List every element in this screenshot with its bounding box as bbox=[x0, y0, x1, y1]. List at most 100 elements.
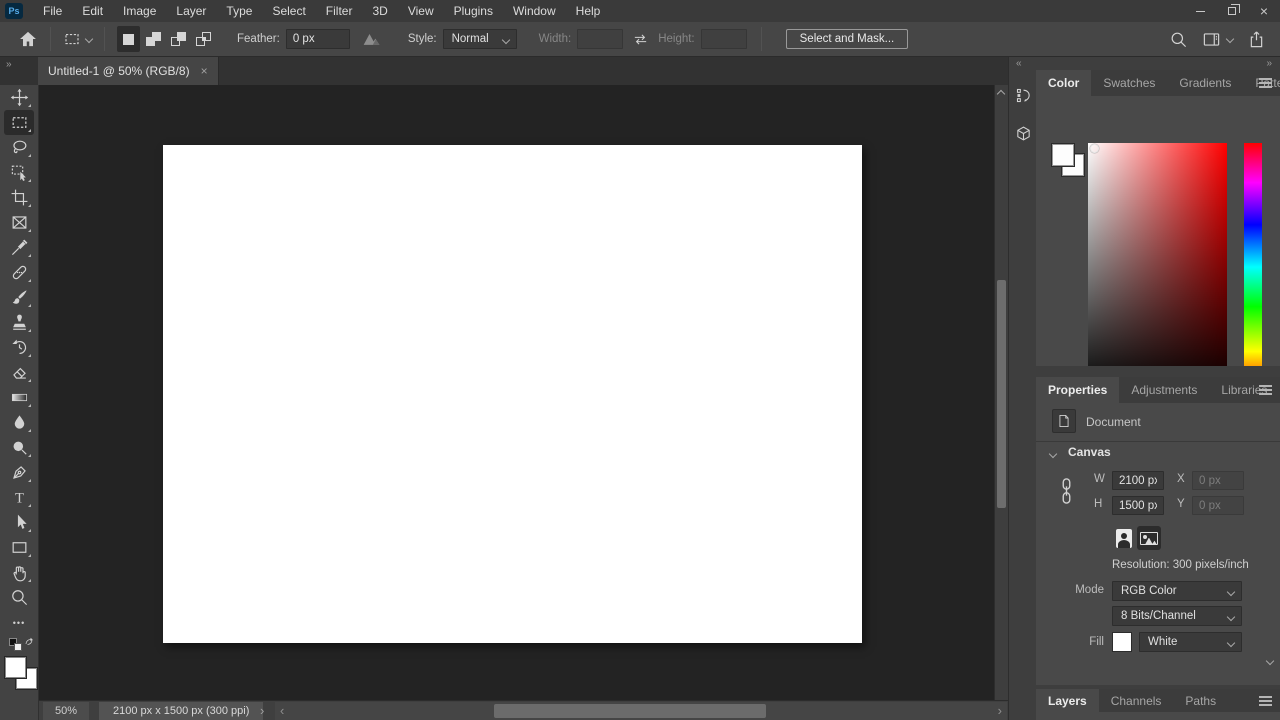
intersect-selection-button[interactable] bbox=[192, 26, 215, 52]
rectangular-marquee-icon bbox=[10, 113, 29, 132]
fill-color-swatch[interactable] bbox=[1112, 632, 1132, 652]
tool-pen[interactable] bbox=[4, 460, 34, 485]
menu-3d[interactable]: 3D bbox=[362, 0, 397, 22]
tool-rectangle[interactable] bbox=[4, 535, 34, 560]
vertical-scrollbar-thumb[interactable] bbox=[997, 280, 1006, 508]
landscape-orientation-button[interactable] bbox=[1137, 526, 1161, 550]
default-colors-widget[interactable] bbox=[9, 636, 29, 652]
tool-history-brush[interactable] bbox=[4, 335, 34, 360]
menu-layer[interactable]: Layer bbox=[166, 0, 216, 22]
saturation-brightness-picker[interactable] bbox=[1088, 143, 1227, 393]
menu-edit[interactable]: Edit bbox=[72, 0, 113, 22]
mode-select[interactable]: RGB Color bbox=[1112, 581, 1242, 601]
horizontal-scrollbar-thumb[interactable] bbox=[494, 704, 766, 718]
swap-dimensions-icon[interactable] bbox=[632, 31, 649, 48]
panel-menu-icon[interactable] bbox=[1259, 78, 1272, 88]
menu-file[interactable]: File bbox=[33, 0, 72, 22]
tab-paths[interactable]: Paths bbox=[1173, 689, 1228, 712]
menu-type[interactable]: Type bbox=[216, 0, 262, 22]
menu-image[interactable]: Image bbox=[113, 0, 166, 22]
tool-crop[interactable] bbox=[4, 185, 34, 210]
zoom-level[interactable]: 50% bbox=[43, 702, 89, 720]
menu-plugins[interactable]: Plugins bbox=[444, 0, 503, 22]
link-dimensions-icon[interactable] bbox=[1060, 475, 1073, 507]
tool-type[interactable] bbox=[4, 485, 34, 510]
tool-zoom[interactable] bbox=[4, 585, 34, 610]
minimize-button[interactable] bbox=[1184, 0, 1216, 22]
workspace-button[interactable] bbox=[1202, 30, 1233, 49]
chevron-down-icon bbox=[1226, 35, 1234, 43]
expand-panels-icon[interactable]: « bbox=[1016, 58, 1022, 69]
add-selection-button[interactable] bbox=[142, 26, 165, 52]
tool-rectangular-marquee[interactable] bbox=[4, 110, 34, 135]
rectangle-icon bbox=[10, 538, 29, 557]
tool-eyedropper[interactable] bbox=[4, 235, 34, 260]
edit-toolbar-button[interactable]: ••• bbox=[4, 616, 34, 630]
select-and-mask-button[interactable]: Select and Mask... bbox=[786, 29, 909, 49]
scroll-right-icon[interactable]: › bbox=[998, 705, 1002, 717]
bit-depth-select[interactable]: 8 Bits/Channel bbox=[1112, 606, 1242, 626]
tab-channels[interactable]: Channels bbox=[1099, 689, 1174, 712]
tab-gradients[interactable]: Gradients bbox=[1167, 70, 1243, 96]
tab-color[interactable]: Color bbox=[1036, 70, 1091, 96]
swap-colors-icon[interactable] bbox=[23, 636, 35, 648]
tool-object-selection[interactable] bbox=[4, 160, 34, 185]
scroll-up-icon[interactable] bbox=[997, 90, 1005, 98]
tool-preset-button[interactable] bbox=[59, 26, 96, 52]
share-icon[interactable] bbox=[1247, 30, 1266, 49]
tab-properties[interactable]: Properties bbox=[1036, 377, 1119, 403]
scroll-down-icon[interactable] bbox=[1266, 657, 1274, 665]
tool-eraser[interactable] bbox=[4, 360, 34, 385]
foreground-color-swatch[interactable] bbox=[5, 657, 26, 678]
horizontal-scrollbar[interactable]: ‹ › bbox=[275, 702, 1007, 720]
section-collapse-icon[interactable] bbox=[1049, 450, 1057, 458]
tool-gradient[interactable] bbox=[4, 385, 34, 410]
feather-input[interactable] bbox=[286, 29, 350, 49]
scroll-left-icon[interactable]: ‹ bbox=[280, 705, 284, 717]
3d-panel-button[interactable] bbox=[1011, 121, 1035, 145]
portrait-orientation-button[interactable] bbox=[1112, 526, 1136, 550]
tab-swatches[interactable]: Swatches bbox=[1091, 70, 1167, 96]
restore-button[interactable] bbox=[1216, 0, 1248, 22]
new-selection-button[interactable] bbox=[117, 26, 140, 52]
tool-spot-healing-brush[interactable] bbox=[4, 260, 34, 285]
menu-select[interactable]: Select bbox=[262, 0, 315, 22]
style-select[interactable]: Normal bbox=[443, 29, 517, 49]
panel-menu-icon[interactable] bbox=[1259, 696, 1272, 706]
canvas-width-input[interactable] bbox=[1112, 471, 1164, 490]
tool-hand[interactable] bbox=[4, 560, 34, 585]
status-chevron-icon[interactable]: › bbox=[260, 705, 264, 717]
tab-adjustments[interactable]: Adjustments bbox=[1119, 377, 1209, 403]
canvas-height-input[interactable] bbox=[1112, 496, 1164, 515]
tool-brush[interactable] bbox=[4, 285, 34, 310]
menu-window[interactable]: Window bbox=[503, 0, 566, 22]
subtract-selection-button[interactable] bbox=[167, 26, 190, 52]
search-icon[interactable] bbox=[1169, 30, 1188, 49]
panel-color-swatches bbox=[1052, 144, 1088, 180]
color-picker-marker[interactable] bbox=[1090, 144, 1099, 153]
tab-layers[interactable]: Layers bbox=[1036, 689, 1099, 712]
fill-select[interactable]: White bbox=[1139, 632, 1242, 652]
tool-blur[interactable] bbox=[4, 410, 34, 435]
collapse-panels-icon[interactable]: » bbox=[1266, 58, 1272, 69]
tool-frame[interactable] bbox=[4, 210, 34, 235]
hue-strip[interactable] bbox=[1244, 143, 1262, 391]
close-button[interactable]: × bbox=[1248, 0, 1280, 22]
tool-path-selection[interactable] bbox=[4, 510, 34, 535]
panel-foreground-swatch[interactable] bbox=[1052, 144, 1074, 166]
menu-view[interactable]: View bbox=[398, 0, 444, 22]
vertical-scrollbar[interactable] bbox=[994, 85, 1008, 700]
tool-clone-stamp[interactable] bbox=[4, 310, 34, 335]
tool-move[interactable] bbox=[4, 85, 34, 110]
menu-help[interactable]: Help bbox=[566, 0, 611, 22]
panel-menu-icon[interactable] bbox=[1259, 385, 1272, 395]
menu-filter[interactable]: Filter bbox=[316, 0, 363, 22]
tool-lasso[interactable] bbox=[4, 135, 34, 160]
tool-dodge[interactable] bbox=[4, 435, 34, 460]
document-tab[interactable]: Untitled-1 @ 50% (RGB/8) × bbox=[38, 57, 219, 85]
collapse-chevrons-icon[interactable]: » bbox=[6, 59, 12, 70]
document-canvas[interactable] bbox=[163, 145, 862, 643]
history-panel-button[interactable] bbox=[1011, 83, 1035, 107]
tab-close-icon[interactable]: × bbox=[201, 64, 208, 78]
home-button[interactable] bbox=[14, 26, 42, 52]
